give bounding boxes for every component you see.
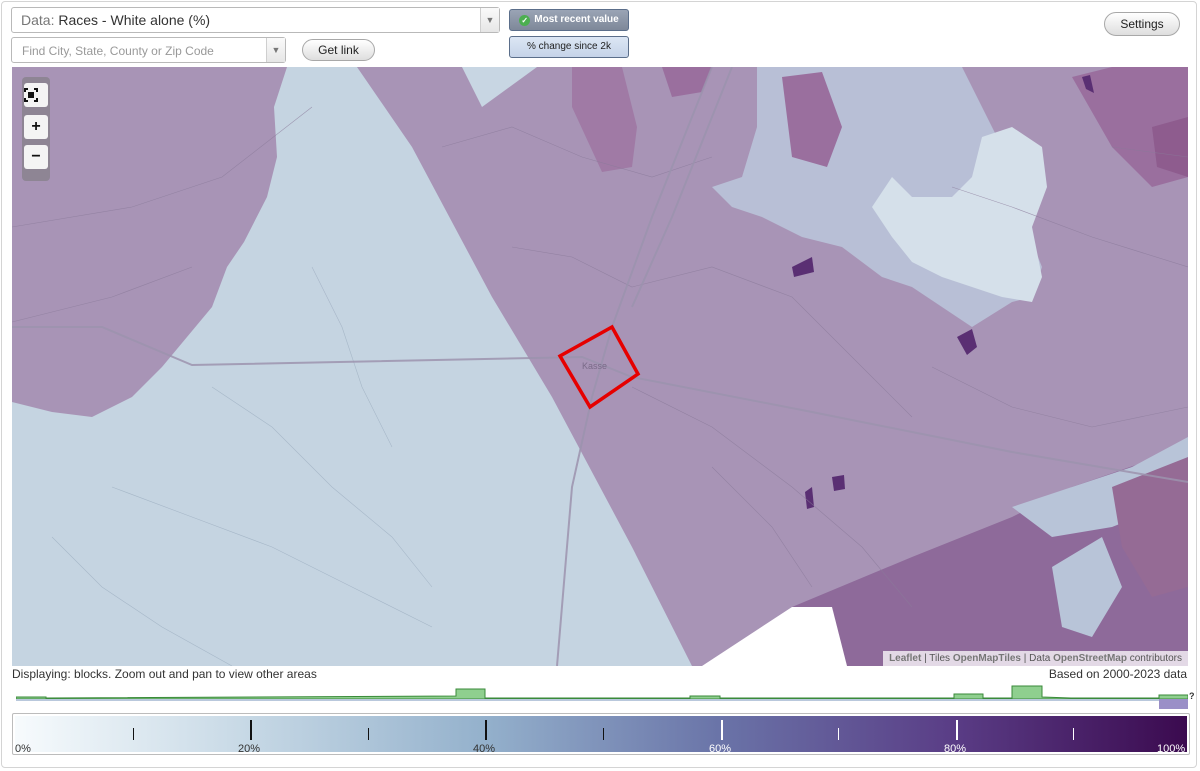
displaying-status: Displaying: blocks. Zoom out and pan to … <box>12 667 317 681</box>
legend-gradient: 0% 20% 40% 60% 80% 100% <box>15 716 1187 755</box>
fullscreen-button[interactable] <box>24 83 48 107</box>
attribution-tiles-prefix: Tiles <box>929 653 953 664</box>
block-dark-3 <box>832 475 845 491</box>
zoom-out-button[interactable]: − <box>24 145 48 169</box>
legend-tick <box>250 720 252 740</box>
data-selector[interactable]: Data: Races - White alone (%) ▼ <box>11 7 500 33</box>
data-selector-prefix: Data: <box>21 12 55 28</box>
histogram-baseline <box>16 699 1159 701</box>
data-selector-value: Races - White alone (%) <box>58 12 211 28</box>
map-attribution: Leaflet | Tiles OpenMapTiles | Data Open… <box>883 651 1188 666</box>
legend-tick <box>368 728 369 740</box>
attribution-data-prefix: Data <box>1029 653 1054 664</box>
settings-button[interactable]: Settings <box>1104 12 1180 36</box>
legend-tick <box>721 720 723 740</box>
legend-label: 20% <box>238 743 261 755</box>
legend-label: 0% <box>15 743 31 755</box>
place-label: Kasse <box>582 361 608 371</box>
legend-tick <box>133 728 134 740</box>
attribution-separator: | <box>1021 653 1030 664</box>
openstreetmap-link[interactable]: OpenStreetMap <box>1053 653 1127 664</box>
search-input[interactable] <box>20 39 264 63</box>
minus-icon: − <box>31 148 41 165</box>
attribution-data-suffix: contributors <box>1126 653 1182 664</box>
legend-tick <box>1073 728 1074 740</box>
histogram-unknown-bar <box>1159 699 1188 709</box>
legend-label: 100% <box>1157 743 1186 755</box>
legend-label: 60% <box>709 743 732 755</box>
leaflet-link[interactable]: Leaflet <box>889 653 921 664</box>
search-field[interactable]: ▼ <box>11 37 286 63</box>
data-range-note: Based on 2000-2023 data <box>1048 667 1187 681</box>
most-recent-toggle[interactable]: ✓ Most recent value <box>509 9 629 31</box>
legend-label: 40% <box>473 743 496 755</box>
map-view[interactable]: Kasse + − Leaflet | Tiles OpenMapTiles |… <box>12 67 1188 666</box>
legend-tick <box>838 728 839 740</box>
histogram-bars <box>16 685 1188 700</box>
chevron-down-icon[interactable]: ▼ <box>480 8 499 32</box>
legend-label: 80% <box>944 743 967 755</box>
value-histogram <box>16 685 1188 709</box>
color-legend: 0% 20% 40% 60% 80% 100% <box>12 713 1190 755</box>
get-link-button[interactable]: Get link <box>302 39 375 61</box>
fullscreen-icon <box>24 88 38 102</box>
most-recent-label: Most recent value <box>534 14 619 25</box>
zoom-in-button[interactable]: + <box>24 115 48 139</box>
legend-tick <box>603 728 604 740</box>
legend-tick <box>485 720 487 740</box>
openmaptiles-link[interactable]: OpenMapTiles <box>953 653 1021 664</box>
histogram-unknown-label: ? <box>1189 691 1195 701</box>
legend-tick <box>956 720 958 740</box>
chevron-down-icon[interactable]: ▼ <box>266 38 285 62</box>
change-since-2k-toggle[interactable]: % change since 2k <box>509 36 629 58</box>
checkmark-icon: ✓ <box>519 15 531 26</box>
zoom-controls: + − <box>22 77 50 181</box>
plus-icon: + <box>31 118 41 135</box>
